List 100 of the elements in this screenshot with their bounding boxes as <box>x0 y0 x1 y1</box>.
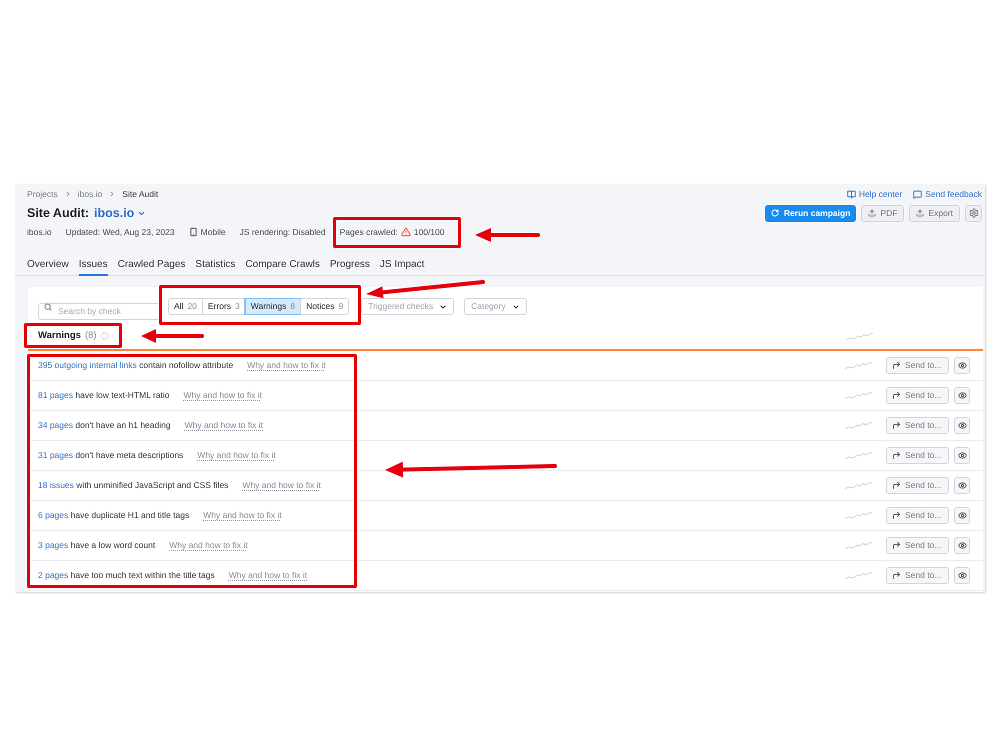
preview-button[interactable] <box>954 417 970 434</box>
fix-guide-link[interactable]: Why and how to fix it <box>184 390 262 401</box>
send-to-button[interactable]: Send to... <box>886 447 949 464</box>
tab[interactable]: Issues <box>78 254 108 276</box>
tab[interactable]: Overview <box>27 254 69 276</box>
issue-link[interactable]: 2 pages <box>38 570 68 580</box>
section-count: (8) <box>84 328 97 343</box>
pages-crawled-label: Pages crawled: <box>340 226 398 238</box>
send-to-button[interactable]: Send to... <box>886 567 949 584</box>
eye-icon <box>958 511 966 520</box>
sparkline-icon <box>845 482 872 489</box>
share-arrow-icon <box>892 571 901 580</box>
sparkline-icon <box>845 362 872 369</box>
chevron-down-icon <box>439 302 448 310</box>
domain-label: ibos.io <box>27 226 52 238</box>
issue-link[interactable]: 31 pages <box>38 450 73 460</box>
search-icon <box>44 302 52 310</box>
issue-description: 2 pages have too much text within the title tags <box>38 570 215 581</box>
fix-guide-link[interactable]: Why and how to fix it <box>197 450 276 461</box>
fix-guide-link[interactable]: Why and how to fix it <box>228 570 308 581</box>
filter-dropdown[interactable]: Category <box>464 298 527 315</box>
preview-button[interactable] <box>954 507 970 524</box>
issue-description: 6 pages have duplicate H1 and title tags <box>38 510 190 521</box>
breadcrumb-current: Site Audit <box>122 188 158 200</box>
send-to-button[interactable]: Send to... <box>886 387 949 404</box>
sparkline-icon <box>845 542 872 549</box>
share-arrow-icon <box>892 421 901 430</box>
tab[interactable]: Statistics <box>195 254 236 276</box>
upload-icon <box>868 209 876 217</box>
send-to-button[interactable]: Send to... <box>886 537 949 554</box>
eye-icon <box>958 391 966 400</box>
settings-button[interactable] <box>965 204 982 222</box>
export-button[interactable]: Export <box>909 204 960 222</box>
filter-segment[interactable]: All 20 <box>169 299 202 314</box>
issue-description: 395 outgoing internal links contain nofollow attribute <box>38 360 234 371</box>
preview-button[interactable] <box>954 537 970 554</box>
share-arrow-icon <box>892 361 901 370</box>
issue-link[interactable]: 34 pages <box>38 420 73 430</box>
filter-segment[interactable]: Warnings 8 <box>244 299 300 314</box>
chevron-right-icon <box>108 190 116 198</box>
issue-description: 3 pages have a low word count <box>38 540 156 551</box>
help-center-link[interactable]: Help center <box>846 188 902 200</box>
sparkline-icon <box>845 392 872 399</box>
updated-date: Updated: Wed, Aug 23, 2023 <box>66 226 175 238</box>
breadcrumb-link[interactable]: Projects <box>27 188 58 200</box>
issue-link[interactable]: 18 issues <box>38 480 74 490</box>
breadcrumb-link[interactable]: ibos.io <box>78 188 102 200</box>
issue-link[interactable]: 395 outgoing internal links <box>38 360 137 370</box>
rerun-campaign-button[interactable]: Rerun campaign <box>764 204 856 222</box>
tab[interactable]: Progress <box>330 254 370 276</box>
filter-segment[interactable]: Notices 9 <box>300 299 348 314</box>
sparkline-icon <box>846 332 873 340</box>
chevron-down-icon <box>512 302 520 310</box>
send-to-button[interactable]: Send to... <box>886 507 949 524</box>
info-icon <box>100 332 109 340</box>
tab[interactable]: JS Impact <box>380 254 424 276</box>
upload-icon <box>916 209 924 217</box>
send-to-button[interactable]: Send to... <box>886 417 949 434</box>
sparkline-icon <box>845 572 872 579</box>
send-feedback-link[interactable]: Send feedback <box>913 188 982 200</box>
preview-button[interactable] <box>954 447 970 464</box>
eye-icon <box>958 421 966 430</box>
book-icon <box>846 190 856 198</box>
filter-dropdown[interactable]: Triggered checks <box>361 298 454 315</box>
send-to-button[interactable]: Send to... <box>886 477 949 494</box>
preview-button[interactable] <box>954 477 970 494</box>
export-button[interactable]: PDF <box>861 204 904 222</box>
fix-guide-link[interactable]: Why and how to fix it <box>242 480 321 491</box>
project-selector[interactable]: ibos.io <box>94 205 146 221</box>
pages-crawled-count: 100/100 <box>414 226 444 238</box>
share-arrow-icon <box>892 481 901 490</box>
share-arrow-icon <box>892 451 901 460</box>
sparkline-icon <box>845 452 872 459</box>
eye-icon <box>958 361 966 370</box>
issue-link[interactable]: 6 pages <box>38 510 68 520</box>
device-label: Mobile <box>200 226 226 238</box>
preview-button[interactable] <box>954 387 970 404</box>
issue-description: 18 issues with unminified JavaScript and CSS files <box>38 480 228 491</box>
sparkline-icon <box>845 422 872 429</box>
search-field[interactable]: Search by check <box>38 302 160 320</box>
share-arrow-icon <box>892 511 901 520</box>
settings-icon <box>968 208 978 218</box>
fix-guide-link[interactable]: Why and how to fix it <box>169 540 248 551</box>
sparkline-icon <box>845 512 872 519</box>
tab[interactable]: Compare Crawls <box>245 254 320 276</box>
section-title: Warnings <box>38 328 81 343</box>
issue-link[interactable]: 81 pages <box>38 390 73 400</box>
preview-button[interactable] <box>954 357 970 374</box>
send-to-button[interactable]: Send to... <box>886 357 949 374</box>
annotation-arrow <box>475 228 540 242</box>
eye-icon <box>958 481 966 490</box>
fix-guide-link[interactable]: Why and how to fix it <box>184 420 263 431</box>
tab[interactable]: Crawled Pages <box>118 254 186 276</box>
eye-icon <box>958 541 966 550</box>
preview-button[interactable] <box>954 567 970 584</box>
issue-link[interactable]: 3 pages <box>38 540 68 550</box>
fix-guide-link[interactable]: Why and how to fix it <box>247 360 326 371</box>
refresh-icon <box>770 209 779 217</box>
fix-guide-link[interactable]: Why and how to fix it <box>203 510 282 521</box>
eye-icon <box>958 451 966 460</box>
